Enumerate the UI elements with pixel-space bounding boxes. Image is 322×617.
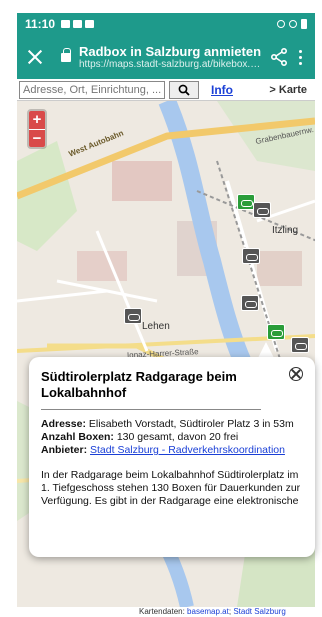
message-icon [85,20,95,28]
youtube-icon [73,20,83,28]
search-button[interactable] [169,80,199,99]
address-value: Elisabeth Vorstadt, Südtiroler Platz 3 i… [88,418,294,430]
left-margin [0,0,17,617]
provider-link[interactable]: Stadt Salzburg - Radverkehrskoordination [90,444,285,456]
popup-title: Südtirolerplatz Radgarage beim Lokalbahn… [41,369,261,410]
map-attribution: Kartendaten: basemap.at; Stadt Salzburg [136,607,289,617]
zoom-in-button[interactable]: + [29,111,45,129]
status-bar: 11:10 [17,13,315,35]
popup-box-count: Anzahl Boxen: 130 gesamt, davon 20 frei [41,431,301,444]
close-icon[interactable] [23,45,47,69]
box-count-value: 130 gesamt, davon 20 frei [116,431,239,443]
more-menu-icon[interactable] [291,45,309,69]
attribution-stadt-link[interactable]: Stadt Salzburg [233,607,285,616]
system-icons [277,19,307,29]
gallery-icon [61,20,71,28]
zoom-out-button[interactable]: − [29,129,45,147]
alarm-icon [277,20,285,28]
popup-description: In der Radgarage beim Lokalbahnhof Südti… [41,469,301,507]
custom-tab-bar: Radbox in Salzburg anmieten https://maps… [17,35,315,79]
popup-pointer [258,342,274,358]
page-url: https://maps.stadt-salzburg.at/bikebox.h… [79,59,263,70]
status-time: 11:10 [25,17,56,31]
address-label: Adresse: [41,418,86,430]
search-icon [178,84,190,96]
search-input[interactable] [19,80,165,99]
popup-address: Adresse: Elisabeth Vorstadt, Südtiroler … [41,418,301,431]
bikebox-marker[interactable] [124,308,142,324]
wifi-icon [289,20,297,28]
bikebox-marker[interactable] [291,337,309,353]
karte-button[interactable]: > Karte [269,84,315,96]
lock-icon [61,47,71,62]
zoom-control: + − [27,109,47,149]
bikebox-marker-free[interactable] [267,324,285,340]
provider-label: Anbieter: [41,444,88,456]
bikebox-marker[interactable] [253,202,271,218]
bikebox-popup: Südtirolerplatz Radgarage beim Lokalbahn… [29,357,315,557]
page-title: Radbox in Salzburg anmieten [79,44,262,59]
share-icon[interactable] [267,45,291,69]
right-margin [315,13,322,607]
popup-provider: Anbieter: Stadt Salzburg - Radverkehrsko… [41,444,301,457]
map-label-lehen: Lehen [142,321,170,332]
popup-close-icon[interactable] [289,367,303,381]
attribution-basemap-link[interactable]: basemap.at [187,607,229,616]
notification-icons [61,20,95,28]
info-link[interactable]: Info [211,83,233,97]
bikebox-marker[interactable] [242,248,260,264]
attribution-prefix: Kartendaten: [139,607,188,616]
page-titles: Radbox in Salzburg anmieten https://maps… [79,44,263,70]
browser-header: 11:10 Radbox in Salzburg anmieten https:… [17,13,315,79]
search-bar: Info > Karte [17,79,315,101]
box-count-label: Anzahl Boxen: [41,431,114,443]
bikebox-marker[interactable] [241,295,259,311]
battery-icon [301,19,307,29]
map-label-itzling: Itzling [272,225,299,236]
